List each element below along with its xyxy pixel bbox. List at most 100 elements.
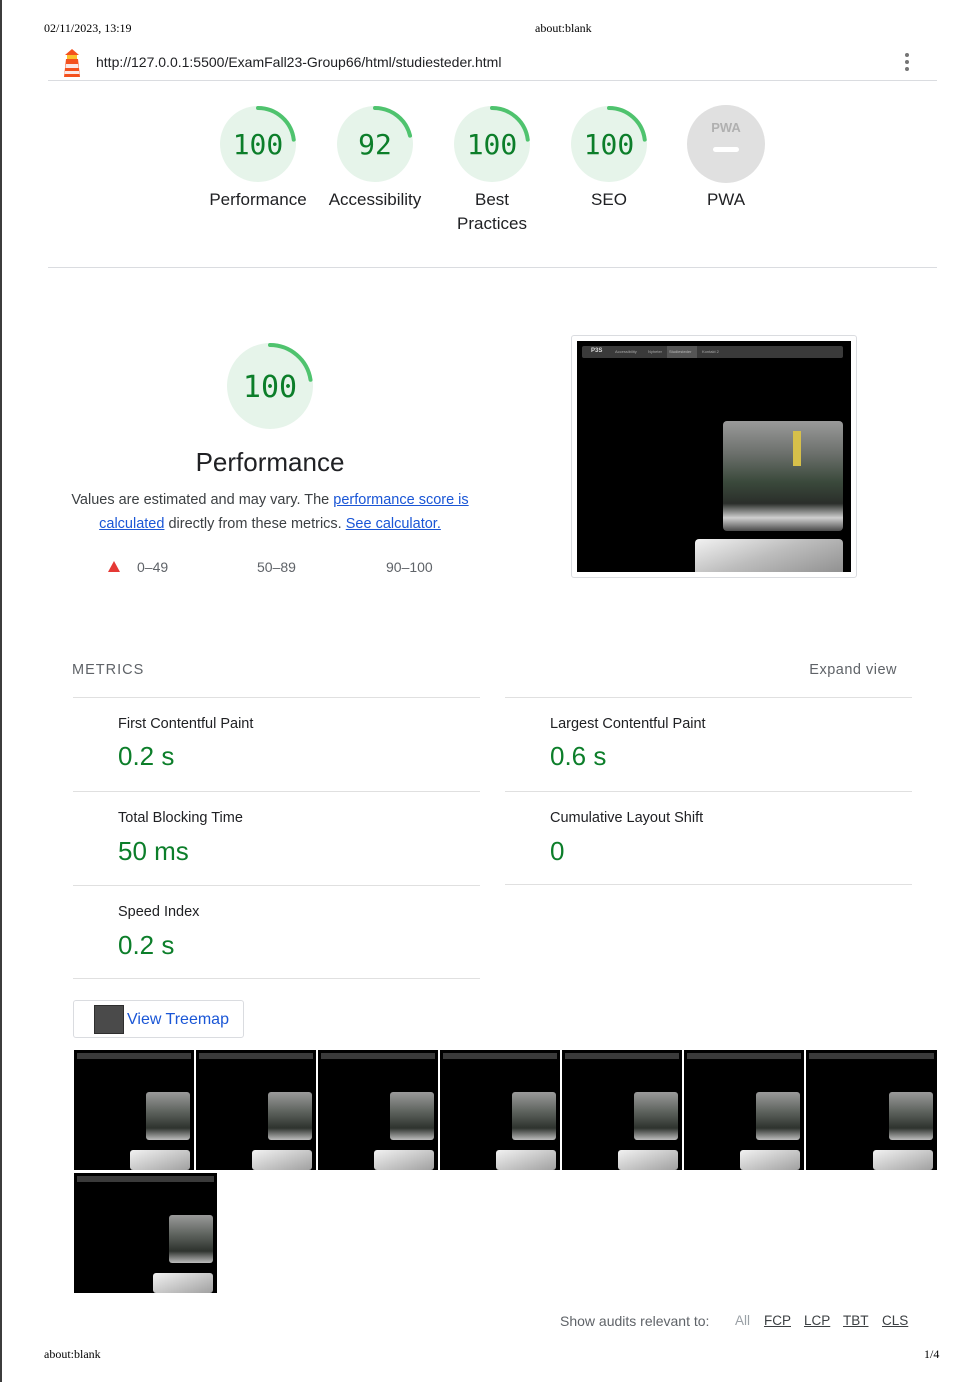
calculator-link[interactable]: See calculator. — [346, 516, 441, 532]
metric-divider — [505, 697, 912, 698]
audit-filter-label: Show audits relevant to: — [560, 1313, 710, 1329]
metric-divider — [73, 697, 480, 698]
frame-navbar — [321, 1053, 435, 1059]
metric-tbt-value: 50 ms — [118, 836, 189, 866]
legend-average: 50–89 — [257, 559, 296, 575]
gauge-label: SEO — [591, 190, 627, 209]
screenshot-logo: P3S — [591, 348, 603, 354]
gauge-score: 100 — [467, 128, 518, 161]
performance-title: Performance — [195, 447, 345, 477]
desc-text: directly from these metrics. — [164, 516, 346, 532]
view-treemap-button[interactable]: View Treemap — [73, 1000, 244, 1038]
legend-pass: 90–100 — [386, 559, 433, 575]
performance-description: Values are estimated and may vary. The p… — [60, 488, 480, 536]
frame-photo — [756, 1092, 800, 1140]
frame-navbar — [565, 1053, 679, 1059]
lighthouse-icon — [64, 49, 80, 77]
filter-cls[interactable]: CLS — [882, 1313, 908, 1328]
metric-tbt-title: Total Blocking Time — [118, 810, 243, 826]
filter-tbt[interactable]: TBT — [843, 1313, 869, 1328]
filmstrip-frame — [684, 1050, 804, 1170]
filter-lcp[interactable]: LCP — [804, 1313, 830, 1328]
gauge-label: Accessibility — [328, 190, 422, 209]
frame-photo — [153, 1273, 213, 1293]
metric-divider — [73, 978, 480, 979]
metric-divider — [505, 791, 912, 792]
pwa-badge-icon: PWA — [687, 105, 765, 183]
frame-photo — [130, 1150, 190, 1170]
metric-si-title: Speed Index — [118, 904, 200, 920]
frame-photo — [618, 1150, 678, 1170]
frame-photo — [146, 1092, 190, 1140]
photo-yellow-panel — [793, 431, 801, 466]
report-url[interactable]: http://127.0.0.1:5500/ExamFall23-Group66… — [96, 54, 501, 70]
frame-photo — [740, 1150, 800, 1170]
desc-text: Values are estimated and may vary. The — [71, 492, 334, 508]
frame-photo — [268, 1092, 312, 1140]
filmstrip-frame — [74, 1050, 194, 1170]
gauge-best-practices[interactable]: 100 Best Practices — [434, 104, 550, 236]
gauge-label: Best Practices — [457, 190, 527, 233]
kebab-menu-icon[interactable] — [903, 53, 911, 73]
metric-fcp-title: First Contentful Paint — [118, 716, 254, 732]
screenshot-photo-ceiling — [695, 539, 843, 572]
gauge-accessibility[interactable]: 92 Accessibility — [317, 104, 433, 212]
metric-cls-title: Cumulative Layout Shift — [550, 810, 704, 826]
filmstrip-frame — [440, 1050, 560, 1170]
print-datetime: 02/11/2023, 13:19 — [44, 21, 132, 35]
metric-divider — [73, 885, 480, 886]
frame-photo — [512, 1092, 556, 1140]
page-edge — [0, 0, 2, 1382]
frame-photo — [390, 1092, 434, 1140]
metric-si-value: 0.2 s — [118, 930, 175, 960]
screenshot-photo-building — [723, 421, 843, 531]
filmstrip-frame — [74, 1173, 217, 1293]
screenshot-nav-item: Nyheter — [648, 349, 663, 354]
gauge-ring: 92 — [337, 106, 413, 182]
filter-fcp[interactable]: FCP — [764, 1313, 791, 1328]
final-screenshot: P3S Accessibility Nyheter Studiesteder K… — [571, 335, 857, 578]
frame-navbar — [77, 1176, 214, 1182]
filter-all[interactable]: All — [735, 1313, 750, 1328]
metric-lcp-value: 0.6 s — [550, 741, 607, 771]
metric-cls-value: 0 — [550, 836, 565, 866]
performance-gauge: 100 — [227, 343, 313, 429]
filmstrip-frame — [562, 1050, 682, 1170]
frame-navbar — [687, 1053, 801, 1059]
print-footer-page: 1/4 — [924, 1347, 940, 1361]
filmstrip-frame — [318, 1050, 438, 1170]
screenshot-nav-item: Accessibility — [615, 349, 637, 354]
metric-lcp-title: Largest Contentful Paint — [550, 716, 706, 732]
frame-navbar — [77, 1053, 191, 1059]
gauge-label: PWA — [706, 190, 746, 209]
screenshot-nav-item: Kontakt 2 — [702, 349, 719, 354]
pwa-badge-text: PWA — [711, 120, 741, 135]
screenshot-nav-item: Studiesteder — [669, 349, 692, 354]
frame-photo — [889, 1092, 933, 1140]
gauge-performance[interactable]: 100 Performance — [200, 104, 316, 212]
gauge-pwa[interactable]: PWA PWA — [668, 104, 784, 212]
treemap-icon — [94, 1005, 124, 1034]
report-topbar: http://127.0.0.1:5500/ExamFall23-Group66… — [48, 42, 937, 81]
frame-navbar — [809, 1053, 934, 1059]
metrics-heading: METRICS — [72, 662, 145, 678]
view-treemap-label: View Treemap — [127, 1011, 229, 1028]
section-divider — [48, 267, 937, 268]
frame-photo — [374, 1150, 434, 1170]
gauge-score: 100 — [233, 128, 284, 161]
gauge-score: 100 — [584, 128, 635, 161]
gauge-seo[interactable]: 100 SEO — [551, 104, 667, 212]
gauge-label: Performance — [209, 190, 307, 209]
metric-fcp-value: 0.2 s — [118, 741, 175, 771]
frame-navbar — [443, 1053, 557, 1059]
gauge-score: 92 — [358, 128, 392, 161]
frame-photo — [873, 1150, 933, 1170]
gauge-ring: 100 — [220, 106, 296, 182]
frame-photo — [634, 1092, 678, 1140]
frame-photo — [252, 1150, 312, 1170]
expand-view-toggle[interactable]: Expand view — [809, 662, 897, 678]
frame-photo — [169, 1215, 213, 1263]
screenshot-navbar: P3S Accessibility Nyheter Studiesteder K… — [582, 346, 843, 358]
filmstrip-frame — [806, 1050, 937, 1170]
legend-fail: 0–49 — [137, 559, 169, 575]
